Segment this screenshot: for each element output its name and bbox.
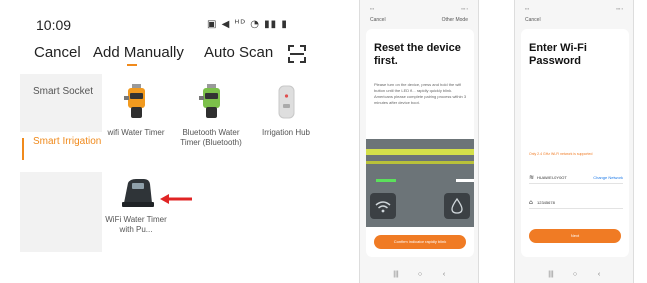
hub-icon — [278, 85, 295, 119]
device-wifi-water-timer-pump[interactable]: WiFi Water Timer with Pu... — [102, 175, 170, 235]
top-nav: Cancel Other Mode — [370, 17, 468, 23]
device-illustration — [366, 139, 474, 227]
device-wifi-water-timer[interactable]: wifi Water Timer — [102, 84, 170, 138]
reset-card: Reset the device first. Please turn on t… — [366, 29, 474, 257]
status-time: 10:09 — [36, 17, 72, 33]
password-field[interactable]: ⌂ 12345678 — [529, 197, 623, 209]
add-device-screen: 10:09 ▣ ◀ ᴴᴰ ◔ ▮▮ ▮ Cancel Add Manually … — [0, 0, 330, 283]
tab-auto-scan[interactable]: Auto Scan — [204, 44, 273, 61]
device-irrigation-hub[interactable]: Irrigation Hub — [252, 84, 320, 138]
device-label: wifi Water Timer — [107, 128, 165, 137]
water-drop-button-icon — [444, 193, 470, 219]
lock-icon: ⌂ — [529, 199, 533, 206]
status-bar: ▪▪▪ ▪▪▪ ▪ — [370, 6, 468, 11]
home-icon[interactable]: ○ — [408, 271, 432, 278]
active-tab-indicator — [127, 64, 137, 66]
cancel-button[interactable]: Cancel — [370, 17, 386, 23]
device-label: Irrigation Hub — [261, 128, 311, 137]
change-network-link[interactable]: Change Network — [593, 172, 623, 184]
scan-icon[interactable] — [288, 45, 306, 63]
wifi-password-screen: ▪▪▪ ▪▪▪ ▪ Cancel Enter Wi-Fi Password Onl… — [514, 0, 634, 283]
other-mode-button[interactable]: Other Mode — [442, 17, 468, 23]
device-label: WiFi Water Timer with Pu... — [105, 215, 167, 234]
status-bar: ▪▪▪ ▪▪▪ ▪ — [525, 6, 623, 11]
tab-add-manually[interactable]: Add Manually — [93, 44, 184, 61]
top-nav: Cancel — [525, 17, 623, 23]
sidebar-item-smart-socket[interactable]: Smart Socket — [20, 86, 102, 98]
sidebar-item-smart-irrigation[interactable]: Smart Irrigation — [20, 136, 102, 148]
cancel-button[interactable]: Cancel — [525, 17, 541, 23]
reset-device-screen: ▪▪▪ ▪▪▪ ▪ Cancel Other Mode Reset the dev… — [359, 0, 479, 283]
wifi-card: Enter Wi-Fi Password Only 2.4 GHz Wi-Fi … — [521, 29, 629, 257]
device-label: Bluetooth Water Timer (Bluetooth) — [180, 128, 242, 147]
category-sidebar: Smart Socket Smart Irrigation — [20, 74, 102, 252]
ssid-value: HUAWEI-0Y0OT — [537, 175, 567, 180]
back-icon[interactable]: ‹ — [432, 271, 456, 278]
cancel-button[interactable]: Cancel — [34, 44, 81, 61]
back-icon[interactable]: ‹ — [587, 271, 611, 278]
device-bluetooth-water-timer[interactable]: Bluetooth Water Timer (Bluetooth) — [177, 84, 245, 148]
next-button[interactable]: Next — [529, 229, 621, 243]
home-icon[interactable]: ○ — [563, 271, 587, 278]
ssid-field[interactable]: ≋ HUAWEI-0Y0OT Change Network — [529, 172, 623, 184]
system-nav-bar: ||| ○ ‹ — [515, 271, 633, 278]
water-timer-pump-icon — [122, 179, 154, 207]
wifi-button-icon — [370, 193, 396, 219]
confirm-blink-button[interactable]: Confirm indicator rapidly blink — [374, 235, 466, 249]
recent-apps-icon[interactable]: ||| — [539, 271, 563, 278]
recent-apps-icon[interactable]: ||| — [384, 271, 408, 278]
led-indicator — [376, 179, 396, 182]
water-timer-green-icon — [199, 84, 220, 118]
wifi-title: Enter Wi-Fi Password — [529, 42, 587, 67]
password-value: 12345678 — [537, 200, 555, 205]
reset-description: Please turn on the device, press and hol… — [374, 82, 467, 105]
wifi-icon: ≋ — [529, 174, 535, 181]
top-nav: Cancel Add Manually Auto Scan — [0, 44, 330, 68]
water-timer-orange-icon — [124, 84, 145, 118]
status-icons: ▣ ◀ ᴴᴰ ◔ ▮▮ ▮ — [207, 19, 288, 30]
pointer-arrow-icon — [160, 194, 192, 204]
reset-title: Reset the device first. — [374, 42, 461, 67]
system-nav-bar: ||| ○ ‹ — [360, 271, 478, 278]
wifi-hint: Only 2.4 GHz Wi-Fi network is supported — [529, 152, 593, 156]
